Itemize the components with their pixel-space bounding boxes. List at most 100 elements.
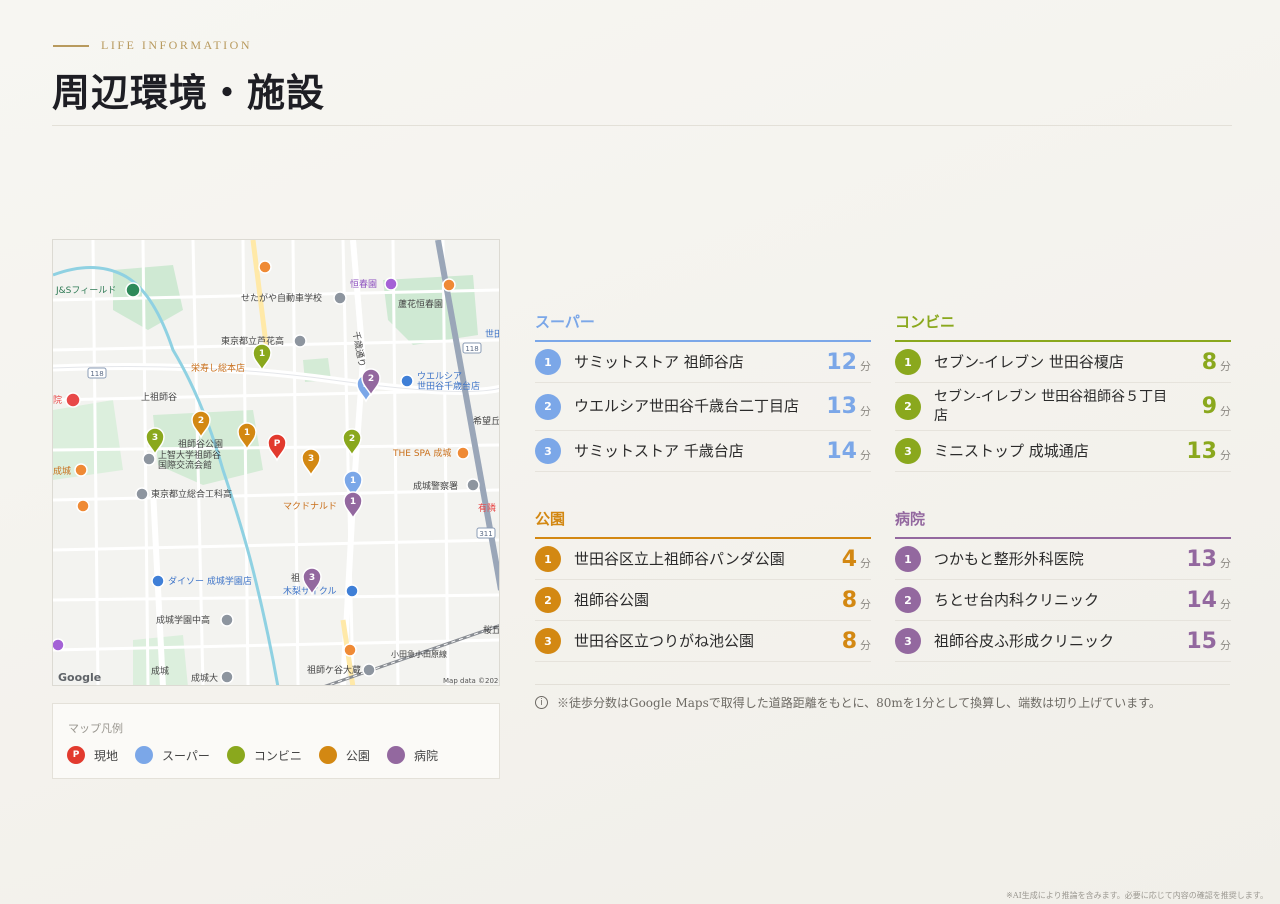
- map-label: 東京都立総合工科高: [151, 488, 232, 500]
- legend-item-hospital: 病院: [386, 746, 438, 764]
- map-label: 成城警察署: [413, 480, 458, 492]
- walk-minutes: 12: [826, 349, 857, 375]
- minutes-unit: 分: [1220, 404, 1231, 418]
- walk-minutes: 8: [1201, 349, 1217, 375]
- ai-disclaimer: ※AI生成により推論を含みます。必要に応じて内容の確認を推奨します。: [1006, 891, 1268, 900]
- facility-name: セブン-イレブン 世田谷榎店: [934, 352, 1124, 371]
- note-divider: [535, 684, 1230, 685]
- walk-minutes: 13: [826, 394, 857, 419]
- minutes-unit: 分: [1220, 639, 1231, 652]
- facility-number: 2: [895, 587, 921, 613]
- map-label: J&Sフィールド: [55, 286, 116, 296]
- super-dot-icon: [135, 746, 154, 764]
- map-label: 成城: [53, 465, 71, 477]
- map-label: 祖: [291, 572, 300, 584]
- category-title: スーパー: [535, 311, 871, 342]
- building-icon: [142, 452, 156, 466]
- facility-name: 祖師谷公園: [574, 590, 650, 609]
- facility-name: ウエルシア世田谷千歳台二丁目店: [574, 397, 800, 416]
- school-icon: [220, 670, 234, 684]
- google-logo: Google: [58, 671, 101, 684]
- map-label: 栄寿し総本店: [191, 362, 245, 374]
- facility-row: 2 セブン-イレブン 世田谷祖師谷５丁目店 9 分: [895, 383, 1231, 431]
- pin-number: 1: [350, 497, 356, 507]
- pin-number: 2: [198, 416, 204, 426]
- pin-number: 3: [309, 573, 315, 583]
- category-super: スーパー 1 サミットストア 祖師谷店 12 分 2 ウエルシア世田谷千歳台二丁…: [535, 311, 871, 472]
- map-label: せたがや自動車学校: [241, 292, 322, 304]
- walk-minutes: 15: [1186, 628, 1217, 654]
- pin-number: P: [274, 439, 281, 449]
- map-label: 国際交流会館: [158, 459, 212, 471]
- facility-number: 2: [535, 587, 561, 613]
- walk-minutes: 13: [1186, 438, 1217, 464]
- map-label: 世田: [485, 328, 500, 340]
- legend-label: スーパー: [162, 748, 210, 763]
- pin-number: 1: [244, 428, 250, 438]
- hospital-icon: [65, 392, 81, 408]
- pin-number: 2: [349, 434, 355, 444]
- map-credit: Map data ©2026: [443, 677, 500, 685]
- walk-minutes: 9: [1201, 394, 1217, 419]
- legend-label: 公園: [345, 748, 370, 763]
- facility-number: 2: [895, 393, 921, 420]
- minutes-unit: 分: [860, 598, 871, 611]
- pin-number: 1: [259, 349, 265, 359]
- minutes-unit: 分: [860, 360, 871, 373]
- restaurant-icon: [442, 278, 456, 292]
- category-park: 公園 1 世田谷区立上祖師谷パンダ公園 4 分 2 祖師谷公園 8 分 3 世田…: [535, 508, 871, 662]
- minutes-unit: 分: [860, 404, 871, 418]
- walk-minutes: 8: [841, 587, 857, 613]
- facility-name: ミニストップ 成城通店: [934, 441, 1089, 460]
- map-label: 希望丘: [473, 415, 500, 427]
- facility-row: 2 ウエルシア世田谷千歳台二丁目店 13 分: [535, 383, 871, 431]
- note-text: ※徒歩分数はGoogle Mapsで取得した道路距離をもとに、80mを1分として…: [557, 696, 1161, 710]
- facility-name: サミットストア 千歳台店: [574, 441, 744, 460]
- legend-title: マップ凡例: [68, 722, 123, 735]
- restaurant-icon: [74, 463, 88, 477]
- legend-label: コンビニ: [253, 748, 302, 763]
- school-icon: [333, 291, 347, 305]
- garden-icon: [384, 277, 398, 291]
- facility-row: 1 世田谷区立上祖師谷パンダ公園 4 分: [535, 539, 871, 580]
- pin-number: 3: [308, 454, 314, 464]
- map-canvas[interactable]: 118 118 311 J&Sフィールド せたがや自動車学校 恒春園 蘆花恒春園…: [53, 240, 500, 686]
- map-label: 院: [53, 394, 62, 406]
- map-label: THE SPA 成城: [392, 447, 451, 459]
- legend-label: 病院: [413, 748, 438, 763]
- area-map[interactable]: 118 118 311 J&Sフィールド せたがや自動車学校 恒春園 蘆花恒春園…: [52, 239, 500, 686]
- map-label: ダイソー 成城学園店: [168, 575, 252, 587]
- restaurant-icon: [343, 643, 357, 657]
- category-title: 病院: [895, 508, 1231, 539]
- road-number: 118: [90, 370, 103, 378]
- facility-row: 3 サミットストア 千歳台店 14 分: [535, 431, 871, 472]
- legend-item-konbini: コンビニ: [226, 746, 302, 764]
- restaurant-icon: [258, 260, 272, 274]
- map-label: 成城: [151, 665, 169, 677]
- facility-row: 1 サミットストア 祖師谷店 12 分: [535, 342, 871, 383]
- facility-name: ちとせ台内科クリニック: [934, 590, 1100, 609]
- school-icon: [293, 334, 307, 348]
- facility-row: 1 セブン-イレブン 世田谷榎店 8 分: [895, 342, 1231, 383]
- garden-icon: [53, 638, 65, 652]
- map-label: 世田谷千歳台店: [417, 380, 480, 392]
- facility-name: セブン-イレブン 世田谷祖師谷５丁目店: [934, 388, 1168, 424]
- walk-minutes: 13: [1186, 546, 1217, 572]
- map-label: 成城大: [191, 672, 218, 684]
- map-label: 上智大学祖師谷: [158, 449, 221, 461]
- facility-number: 3: [895, 628, 921, 654]
- map-label: 恒春園: [350, 278, 377, 290]
- map-label: 成城学園中高: [156, 614, 210, 626]
- map-label: マクドナルド: [283, 501, 337, 512]
- facility-row: 1 つかもと整形外科医院 13 分: [895, 539, 1231, 580]
- facility-name: 世田谷区立上祖師谷パンダ公園: [574, 549, 785, 568]
- facility-row: 2 祖師谷公園 8 分: [535, 580, 871, 621]
- map-label: 東京都立芦花高: [221, 335, 284, 347]
- map-label: 祖師ケ谷大蔵: [307, 664, 361, 676]
- konbini-dot-icon: [226, 746, 245, 764]
- legend-item-super: スーパー: [135, 746, 210, 764]
- map-legend: マップ凡例 P 現地 スーパー コンビニ 公園 病院: [52, 703, 500, 779]
- eyebrow: LIFE INFORMATION: [53, 38, 252, 53]
- minutes-unit: 分: [860, 557, 871, 570]
- map-label: 上祖師谷: [141, 391, 177, 403]
